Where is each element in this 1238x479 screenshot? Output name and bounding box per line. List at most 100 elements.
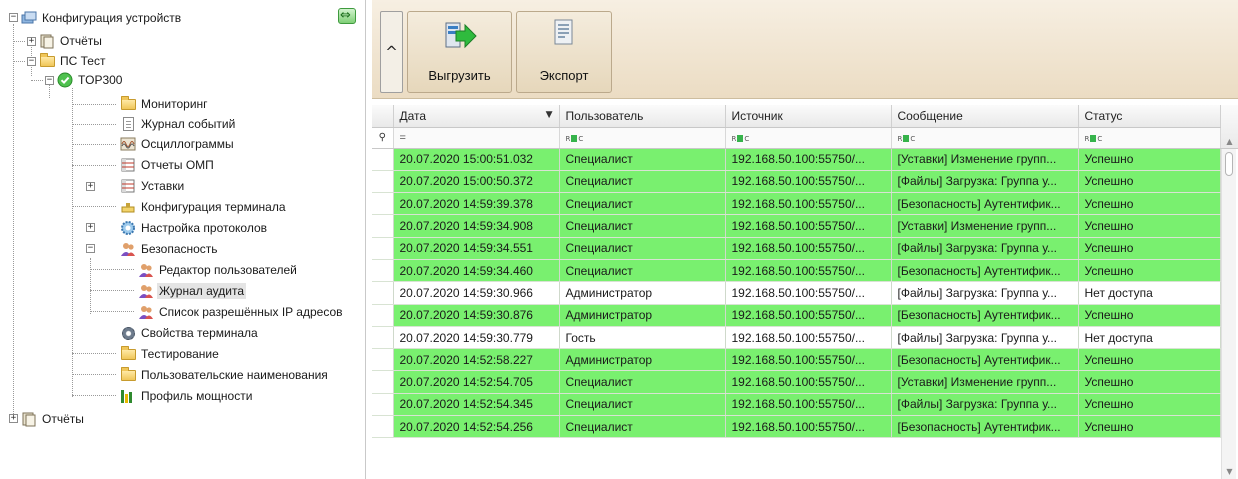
cell-date[interactable]: 20.07.2020 14:59:34.908 [393,214,560,238]
cell-date[interactable]: 20.07.2020 14:52:58.227 [393,348,560,372]
sync-arrows-icon[interactable] [338,8,356,24]
row-indicator[interactable] [372,348,394,372]
cell-status[interactable]: Успешно [1078,415,1221,439]
cell-status[interactable]: Успешно [1078,348,1221,372]
cell-message[interactable]: [Безопасность] Аутентифик... [891,348,1079,372]
cell-user[interactable]: Специалист [559,214,726,238]
tree-item-testing[interactable]: Тестирование [120,345,221,363]
table-row[interactable]: 20.07.2020 14:59:39.378 Специалист 192.168… [372,192,1221,216]
cell-user[interactable]: Специалист [559,370,726,394]
scroll-up-icon[interactable]: ▲ [1222,135,1237,149]
cell-source[interactable]: 192.168.50.100:55750/... [725,281,892,305]
cell-date[interactable]: 20.07.2020 14:52:54.345 [393,393,560,417]
tree-item-user-editor[interactable]: Редактор пользователей [138,261,299,279]
tree-collapse-toggle[interactable]: − [86,244,95,253]
cell-source[interactable]: 192.168.50.100:55750/... [725,170,892,194]
tree-item-event-log[interactable]: Журнал событий [120,115,237,133]
tree-expand-toggle[interactable]: + [9,414,18,423]
tree-item-top300[interactable]: TOP300 [57,71,124,89]
cell-source[interactable]: 192.168.50.100:55750/... [725,326,892,350]
cell-user[interactable]: Администратор [559,281,726,305]
unload-button[interactable]: Выгрузить [407,11,512,93]
cell-message[interactable]: [Уставки] Изменение групп... [891,214,1079,238]
cell-date[interactable]: 20.07.2020 14:59:30.779 [393,326,560,350]
tree-item-protocols[interactable]: Настройка протоколов [120,219,269,237]
tree-item-oscillograms[interactable]: Осциллограммы [120,135,236,153]
row-indicator[interactable] [372,237,394,260]
tree-item-omp-reports[interactable]: Отчеты ОМП [120,156,216,174]
cell-source[interactable]: 192.168.50.100:55750/... [725,393,892,417]
cell-date[interactable]: 20.07.2020 14:59:39.378 [393,192,560,216]
tree-collapse-toggle[interactable]: − [9,13,18,22]
tree-collapse-toggle[interactable]: − [27,57,36,66]
row-indicator[interactable] [372,214,394,238]
filter-cell-date[interactable]: = [393,127,560,149]
tree-expand-toggle[interactable]: + [86,223,95,232]
cell-message[interactable]: [Безопасность] Аутентифик... [891,304,1079,327]
ribbon-collapse-button[interactable]: ^ [380,11,403,93]
cell-status[interactable]: Успешно [1078,192,1221,216]
cell-message[interactable]: [Файлы] Загрузка: Группа у... [891,281,1079,305]
row-indicator[interactable] [372,259,394,283]
cell-date[interactable]: 20.07.2020 15:00:51.032 [393,148,560,171]
tree-item-terminal-props[interactable]: Свойства терминала [120,324,260,342]
row-indicator[interactable] [372,281,394,305]
cell-message[interactable]: [Файлы] Загрузка: Группа у... [891,393,1079,417]
cell-status[interactable]: Успешно [1078,259,1221,283]
filter-cell-source[interactable]: RC [725,127,892,149]
cell-source[interactable]: 192.168.50.100:55750/... [725,304,892,327]
row-indicator[interactable] [372,393,394,417]
cell-date[interactable]: 20.07.2020 14:59:34.551 [393,237,560,260]
cell-status[interactable]: Нет доступа [1078,281,1221,305]
cell-user[interactable]: Администратор [559,348,726,372]
row-indicator[interactable] [372,370,394,394]
scrollbar-thumb[interactable] [1225,152,1233,176]
row-indicator[interactable] [372,326,394,350]
cell-message[interactable]: [Файлы] Загрузка: Группа у... [891,170,1079,194]
table-row[interactable]: 20.07.2020 14:52:54.345 Специалист 192.168… [372,393,1221,417]
row-indicator[interactable] [372,415,394,439]
row-indicator[interactable] [372,304,394,327]
cell-user[interactable]: Специалист [559,393,726,417]
cell-source[interactable]: 192.168.50.100:55750/... [725,148,892,171]
filter-cell-status[interactable]: RC [1078,127,1221,149]
table-row[interactable]: 20.07.2020 14:59:34.908 Специалист 192.168… [372,214,1221,238]
cell-source[interactable]: 192.168.50.100:55750/... [725,214,892,238]
column-header-message[interactable]: Сообщение [891,105,1079,128]
table-row[interactable]: 20.07.2020 14:59:30.876 Администратор 192.… [372,304,1221,327]
cell-status[interactable]: Успешно [1078,170,1221,194]
cell-user[interactable]: Специалист [559,192,726,216]
cell-source[interactable]: 192.168.50.100:55750/... [725,415,892,439]
cell-source[interactable]: 192.168.50.100:55750/... [725,237,892,260]
cell-user[interactable]: Специалист [559,237,726,260]
tree-expand-toggle[interactable]: + [86,182,95,191]
tree-item-terminal-config[interactable]: Конфигурация терминала [120,198,288,216]
cell-status[interactable]: Успешно [1078,214,1221,238]
cell-date[interactable]: 20.07.2020 14:52:54.705 [393,370,560,394]
tree-item-device-config[interactable]: Конфигурация устройств [21,9,183,27]
cell-status[interactable]: Успешно [1078,148,1221,171]
tree-item-reports[interactable]: Отчёты [39,32,104,50]
row-indicator[interactable] [372,192,394,216]
table-row[interactable]: 20.07.2020 15:00:50.372 Специалист 192.168… [372,170,1221,194]
column-header-status[interactable]: Статус [1078,105,1221,128]
tree-item-settings[interactable]: Уставки [120,177,186,195]
column-header-user[interactable]: Пользователь [559,105,726,128]
column-header-date[interactable]: Дата ▼ [393,105,560,128]
cell-date[interactable]: 20.07.2020 15:00:50.372 [393,170,560,194]
table-row[interactable]: 20.07.2020 14:59:30.966 Администратор 192.… [372,281,1221,305]
table-row[interactable]: 20.07.2020 14:59:34.460 Специалист 192.168… [372,259,1221,283]
tree-item-monitoring[interactable]: Мониторинг [120,95,210,113]
table-row[interactable]: 20.07.2020 15:00:51.032 Специалист 192.168… [372,148,1221,171]
cell-date[interactable]: 20.07.2020 14:59:30.966 [393,281,560,305]
export-button[interactable]: Экспорт [516,11,612,93]
cell-status[interactable]: Успешно [1078,393,1221,417]
filter-cell-message[interactable]: RC [891,127,1079,149]
cell-message[interactable]: [Безопасность] Аутентифик... [891,415,1079,439]
tree-item-reports-root[interactable]: Отчёты [21,410,86,428]
cell-user[interactable]: Специалист [559,148,726,171]
cell-status[interactable]: Успешно [1078,370,1221,394]
row-indicator[interactable] [372,170,394,194]
cell-status[interactable]: Нет доступа [1078,326,1221,350]
cell-message[interactable]: [Уставки] Изменение групп... [891,148,1079,171]
